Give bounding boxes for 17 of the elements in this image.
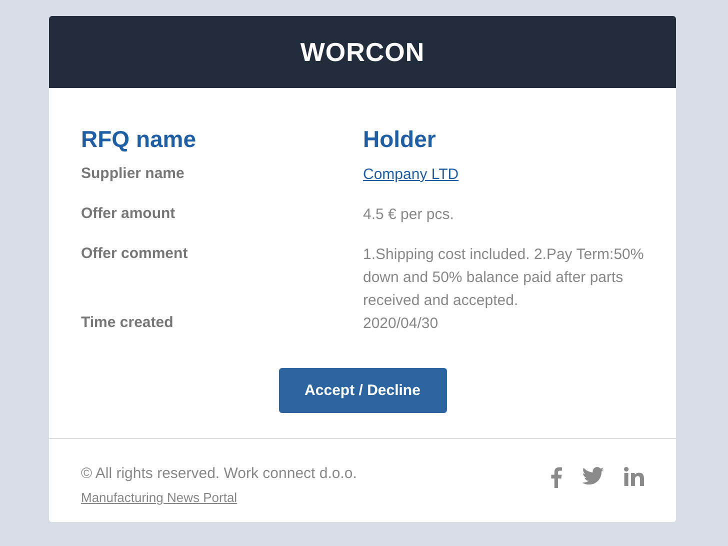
logo: WORCON — [300, 36, 425, 68]
rfq-value: Holder — [363, 126, 437, 154]
facebook-icon[interactable] — [551, 467, 562, 488]
supplier-link[interactable]: Company LTD — [363, 166, 459, 183]
field-label: Time created — [81, 313, 174, 333]
rfq-label: RFQ name — [81, 126, 198, 154]
portal-link[interactable]: Manufacturing News Portal — [81, 490, 238, 505]
copyright-text: © All rights reserved. Work connect d.o.o. — [81, 465, 357, 482]
field-label: Offer amount — [81, 204, 176, 224]
linkedin-icon[interactable] — [624, 467, 644, 486]
field-value: 1.Shipping cost included. 2.Pay Term:50% down and 50% balance paid after parts received and accepted. — [363, 245, 644, 311]
field-value: 2020/04/30 — [363, 314, 440, 334]
field-label: Supplier name — [81, 164, 186, 184]
accept-decline-button[interactable]: Accept / Decline — [278, 368, 446, 413]
field-value: 4.5 € per pcs. — [363, 205, 455, 225]
twitter-icon[interactable] — [582, 467, 604, 485]
field-label: Offer comment — [81, 244, 189, 264]
